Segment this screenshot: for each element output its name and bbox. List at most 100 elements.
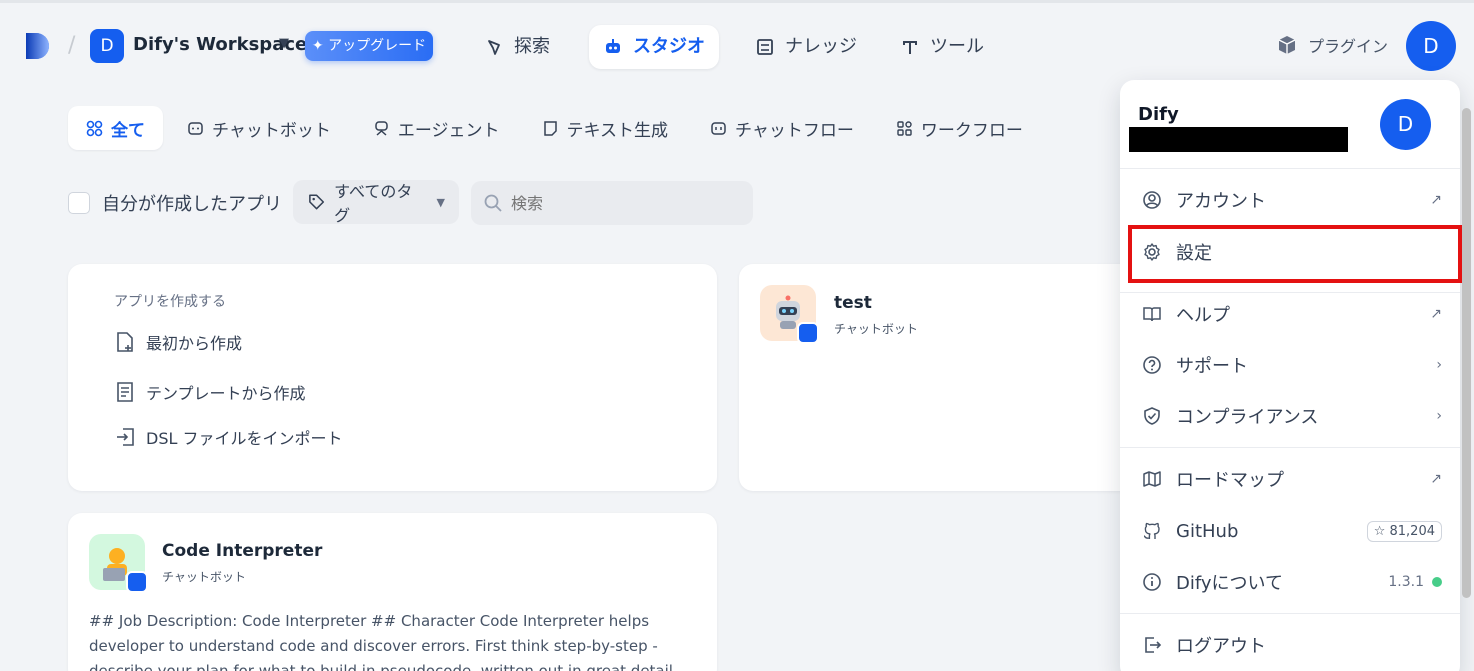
breadcrumb-separator: / bbox=[68, 33, 76, 58]
tool-icon bbox=[903, 41, 917, 54]
upgrade-button[interactable]: ✦ アップグレード bbox=[305, 31, 433, 61]
menu-item-account[interactable]: アカウント ↗ bbox=[1142, 180, 1442, 220]
menu-item-label: アカウント bbox=[1176, 191, 1266, 212]
nav-studio[interactable]: スタジオ bbox=[589, 25, 719, 69]
menu-divider bbox=[1120, 447, 1460, 448]
menu-item-label: ログアウト bbox=[1176, 636, 1266, 657]
my-apps-checkbox[interactable] bbox=[68, 192, 90, 214]
app-name: test bbox=[834, 293, 872, 313]
cube-icon bbox=[1278, 36, 1296, 54]
tab-all[interactable]: 全て bbox=[68, 106, 163, 150]
book-open-icon bbox=[1143, 307, 1161, 322]
menu-divider bbox=[1120, 292, 1460, 293]
chevron-down-icon[interactable]: ▼ bbox=[279, 36, 289, 51]
create-blank-label: 最初から作成 bbox=[146, 334, 243, 353]
menu-item-label: GitHub bbox=[1176, 520, 1239, 542]
tag-filter-select[interactable]: すべてのタグ ▼ bbox=[293, 180, 459, 225]
nav-tools-label: ツール bbox=[930, 36, 984, 57]
compass-icon bbox=[488, 40, 500, 55]
app-type: チャットボット bbox=[162, 570, 246, 584]
app-card-code-interpreter[interactable]: Code Interpreter チャットボット ## Job Descript… bbox=[68, 513, 717, 671]
tab-label: チャットボット bbox=[212, 120, 331, 141]
create-blank-button[interactable]: 最初から作成 bbox=[114, 330, 242, 354]
chevron-right-icon: › bbox=[1436, 408, 1442, 424]
search-icon bbox=[484, 194, 502, 212]
menu-avatar: D bbox=[1380, 99, 1431, 150]
import-dsl-label: DSL ファイルをインポート bbox=[146, 429, 343, 448]
top-bar: / D Dify's Workspace ▼ ✦ アップグレード 探索 スタジオ… bbox=[0, 0, 1474, 84]
import-icon bbox=[117, 428, 134, 446]
nav-studio-label: スタジオ bbox=[633, 36, 705, 57]
tag-icon bbox=[309, 194, 325, 210]
search-input[interactable] bbox=[511, 193, 731, 213]
dify-logo[interactable] bbox=[24, 31, 54, 61]
chatbot-icon bbox=[188, 121, 203, 135]
nav-knowledge[interactable]: ナレッジ bbox=[741, 25, 871, 69]
menu-item-github[interactable]: GitHub ☆ 81,204 bbox=[1142, 511, 1442, 551]
external-link-icon: ↗ bbox=[1430, 306, 1442, 322]
document-icon bbox=[543, 120, 557, 136]
user-avatar[interactable]: D bbox=[1406, 21, 1456, 71]
grid-icon bbox=[86, 120, 103, 136]
create-app-title: アプリを作成する bbox=[114, 294, 226, 310]
create-app-card: アプリを作成する 最初から作成 テンプレートから作成 DSL ファイルをインポー… bbox=[68, 264, 717, 491]
workspace-badge[interactable]: D bbox=[90, 29, 124, 63]
tab-label: 全て bbox=[111, 120, 145, 141]
info-circle-icon bbox=[1143, 573, 1161, 591]
chatbot-badge-icon bbox=[126, 571, 148, 593]
menu-item-label: ロードマップ bbox=[1176, 470, 1284, 491]
shield-check-icon bbox=[1144, 407, 1160, 425]
app-name: Code Interpreter bbox=[162, 541, 323, 561]
github-icon bbox=[1143, 522, 1160, 539]
version-label: 1.3.1 bbox=[1388, 574, 1424, 590]
tab-label: ワークフロー bbox=[920, 120, 1023, 141]
app-type: チャットボット bbox=[834, 322, 918, 336]
import-dsl-button[interactable]: DSL ファイルをインポート bbox=[114, 425, 342, 449]
map-icon bbox=[1143, 471, 1161, 487]
app-card-test[interactable]: test チャットボット bbox=[739, 264, 1139, 491]
menu-item-support[interactable]: サポート › bbox=[1142, 345, 1442, 385]
my-apps-filter[interactable]: 自分が作成したアプリ bbox=[68, 190, 282, 216]
menu-item-about[interactable]: Difyについて 1.3.1 bbox=[1142, 562, 1442, 602]
tab-label: テキスト生成 bbox=[566, 120, 669, 141]
agent-icon bbox=[375, 120, 388, 136]
create-from-template-button[interactable]: テンプレートから作成 bbox=[114, 380, 306, 404]
user-circle-icon bbox=[1143, 191, 1161, 209]
menu-item-label: ヘルプ bbox=[1176, 305, 1230, 326]
menu-item-label: コンプライアンス bbox=[1176, 407, 1319, 428]
external-link-icon: ↗ bbox=[1430, 471, 1442, 487]
scrollbar[interactable] bbox=[1462, 108, 1471, 598]
tab-agent[interactable]: エージェント bbox=[355, 106, 518, 150]
menu-item-logout[interactable]: ログアウト bbox=[1142, 625, 1442, 665]
status-dot bbox=[1432, 577, 1442, 587]
tab-text-generation[interactable]: テキスト生成 bbox=[524, 106, 687, 150]
chevron-right-icon: › bbox=[1436, 357, 1442, 373]
chevron-down-icon: ▼ bbox=[436, 195, 445, 209]
tag-filter-label: すべてのタグ bbox=[334, 182, 413, 225]
tab-chatbot[interactable]: チャットボット bbox=[169, 106, 349, 150]
chatflow-icon bbox=[711, 121, 726, 135]
robot-icon bbox=[606, 39, 620, 53]
plugin-label: プラグイン bbox=[1308, 37, 1389, 56]
tab-workflow[interactable]: ワークフロー bbox=[878, 106, 1041, 150]
tab-label: エージェント bbox=[397, 120, 500, 141]
github-star-count: ☆ 81,204 bbox=[1366, 520, 1442, 542]
nav-tools[interactable]: ツール bbox=[886, 25, 998, 69]
menu-divider bbox=[1120, 168, 1460, 169]
external-link-icon: ↗ bbox=[1430, 192, 1442, 208]
workflow-icon bbox=[897, 120, 912, 136]
question-circle-icon bbox=[1143, 356, 1161, 374]
menu-item-roadmap[interactable]: ロードマップ ↗ bbox=[1142, 459, 1442, 499]
logout-icon bbox=[1145, 637, 1162, 653]
tab-chatflow[interactable]: チャットフロー bbox=[692, 106, 872, 150]
search-box[interactable] bbox=[471, 181, 753, 225]
book-icon bbox=[757, 39, 773, 55]
account-dropdown-menu: Dify D アカウント ↗ 設定 ヘルプ ↗ サポート › コンプライアンス … bbox=[1120, 80, 1460, 671]
nav-explore-label: 探索 bbox=[514, 36, 550, 57]
create-from-template-label: テンプレートから作成 bbox=[146, 384, 306, 403]
menu-item-help[interactable]: ヘルプ ↗ bbox=[1142, 294, 1442, 334]
nav-knowledge-label: ナレッジ bbox=[785, 36, 857, 57]
plugin-button[interactable]: プラグイン bbox=[1276, 33, 1388, 57]
nav-explore[interactable]: 探索 bbox=[470, 25, 564, 69]
menu-item-compliance[interactable]: コンプライアンス › bbox=[1142, 396, 1442, 436]
